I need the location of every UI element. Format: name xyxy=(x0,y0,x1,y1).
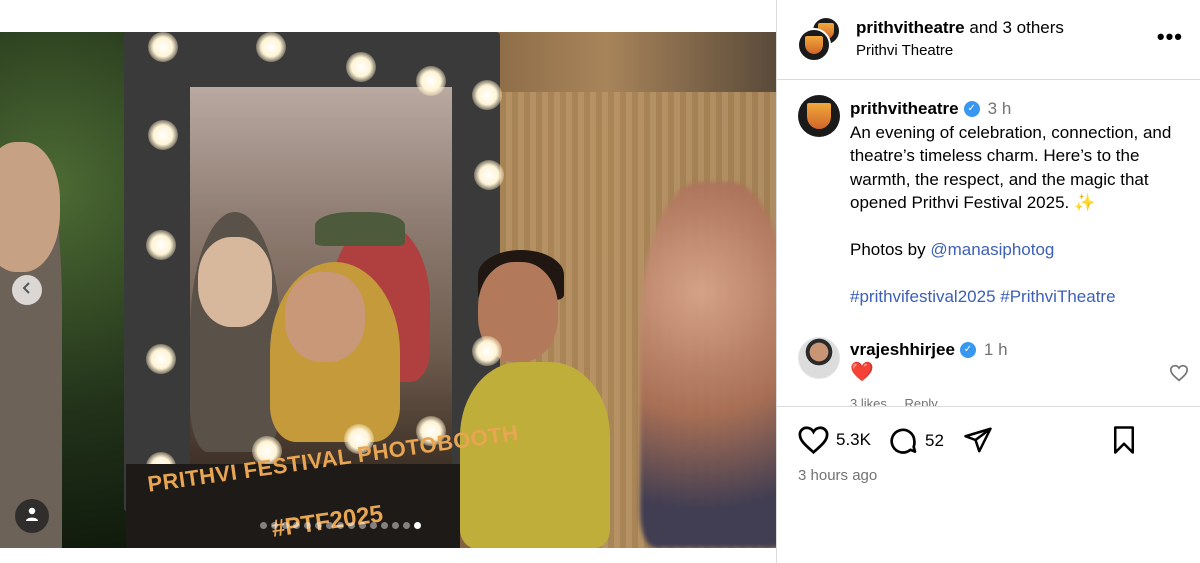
frame-bulb xyxy=(346,52,376,82)
credits-prefix: Photos by xyxy=(850,240,931,259)
post-actions: 5.3K 52 3 hours ago xyxy=(777,406,1200,563)
caption-credits: Photos by @manasiphotog xyxy=(850,238,1195,262)
carousel-dot xyxy=(326,522,333,529)
frame-bulb xyxy=(146,344,176,374)
caption-header: prithvitheatre ✓ 3 h xyxy=(850,97,1195,121)
comment-item: vrajeshhirjee ✓ 1 h ❤️ 3 likes Reply xyxy=(777,334,1200,406)
frame-bulb xyxy=(148,32,178,62)
header-others-link[interactable]: and 3 others xyxy=(969,18,1064,37)
caption-username-link[interactable]: prithvitheatre xyxy=(850,97,959,121)
bookmark-icon xyxy=(1111,425,1137,455)
theatre-mask-icon xyxy=(807,103,831,129)
caption-text: An evening of celebration, connection, a… xyxy=(850,122,1177,213)
carousel-indicator xyxy=(260,522,421,529)
comment-meta: 3 likes Reply xyxy=(850,396,952,406)
frame-bulb xyxy=(256,32,286,62)
carousel-dot xyxy=(359,522,366,529)
commenter-avatar[interactable] xyxy=(798,337,840,379)
carousel-dot xyxy=(282,522,289,529)
frame-bulb xyxy=(146,230,176,260)
carousel-dot xyxy=(348,522,355,529)
carousel-dot xyxy=(403,522,410,529)
frame-bulb xyxy=(472,336,502,366)
more-options-button[interactable]: ••• xyxy=(1157,26,1183,48)
verified-icon: ✓ xyxy=(963,100,980,117)
hashtag-link[interactable]: #PrithviTheatre xyxy=(1000,287,1115,306)
person-saree xyxy=(460,362,610,548)
header-username-link[interactable]: prithvitheatre xyxy=(856,18,965,37)
chevron-left-icon xyxy=(21,281,33,299)
frame-bulb xyxy=(148,120,178,150)
comment-time[interactable]: 1 h xyxy=(984,338,1008,361)
save-button[interactable] xyxy=(1111,425,1137,455)
comment-button[interactable]: 52 xyxy=(887,425,944,457)
carousel-dot xyxy=(370,522,377,529)
carousel-dot xyxy=(260,522,267,529)
caption-avatar[interactable] xyxy=(798,95,840,137)
post-sidebar: prithvitheatre and 3 others Prithvi Thea… xyxy=(776,0,1200,563)
comment-header: vrajeshhirjee ✓ 1 h xyxy=(850,338,1008,361)
caption-time[interactable]: 3 h xyxy=(988,97,1012,121)
comment-icon xyxy=(887,425,919,457)
like-button[interactable]: 5.3K xyxy=(797,425,871,455)
more-icon: ••• xyxy=(1156,24,1183,49)
heart-outline-icon xyxy=(1169,364,1189,387)
header-usernames: prithvitheatre and 3 others xyxy=(856,18,1064,38)
post-timestamp[interactable]: 3 hours ago xyxy=(798,467,877,484)
carousel-dot xyxy=(304,522,311,529)
frame-bulb xyxy=(472,80,502,110)
carousel-dot xyxy=(414,522,421,529)
carousel-dot xyxy=(271,522,278,529)
user-tag-icon xyxy=(24,506,40,527)
collab-avatars[interactable] xyxy=(797,16,843,62)
comment-reply-button[interactable]: Reply xyxy=(904,396,937,406)
person-curly-hair-face xyxy=(285,272,365,362)
hashtag-link[interactable]: #prithvifestival2025 xyxy=(850,287,996,306)
photographer-mention-link[interactable]: @manasiphotog xyxy=(930,240,1054,259)
post-header: prithvitheatre and 3 others Prithvi Thea… xyxy=(777,0,1200,80)
person-hat-cap xyxy=(315,212,405,246)
location-link[interactable]: Prithvi Theatre xyxy=(856,42,953,59)
tagged-users-button[interactable] xyxy=(15,499,49,533)
comment-text: ❤️ xyxy=(850,362,874,383)
like-count[interactable]: 5.3K xyxy=(836,430,871,450)
post-media-panel: PRITHVI FESTIVAL PHOTOBOOTH #PTF2025 xyxy=(0,0,776,563)
blurred-photographer xyxy=(640,182,776,548)
carousel-dot xyxy=(315,522,322,529)
comment-count[interactable]: 52 xyxy=(925,431,944,451)
person-glasses-face xyxy=(198,237,272,327)
commenter-username-link[interactable]: vrajeshhirjee xyxy=(850,338,955,361)
carousel-dot xyxy=(381,522,388,529)
post-photo[interactable]: PRITHVI FESTIVAL PHOTOBOOTH #PTF2025 xyxy=(0,32,776,548)
carousel-dot xyxy=(293,522,300,529)
comment-like-button[interactable] xyxy=(1169,364,1189,388)
comment-likes-link[interactable]: 3 likes xyxy=(850,396,887,406)
theatre-mask-icon xyxy=(805,35,823,55)
heart-icon xyxy=(797,425,830,455)
avatar xyxy=(797,28,831,62)
frame-bulb xyxy=(474,160,504,190)
carousel-previous-button[interactable] xyxy=(12,275,42,305)
caption-hashtags: #prithvifestival2025 #PrithviTheatre xyxy=(850,285,1195,309)
comments-section[interactable]: prithvitheatre ✓ 3 h An evening of celeb… xyxy=(777,81,1200,406)
share-button[interactable] xyxy=(963,425,993,455)
comment-body: vrajeshhirjee ✓ 1 h ❤️ xyxy=(850,338,1008,384)
verified-icon: ✓ xyxy=(959,341,976,358)
caption: prithvitheatre ✓ 3 h An evening of celeb… xyxy=(850,97,1195,309)
carousel-dot xyxy=(337,522,344,529)
frame-bulb xyxy=(416,66,446,96)
share-icon xyxy=(963,425,993,455)
carousel-dot xyxy=(392,522,399,529)
